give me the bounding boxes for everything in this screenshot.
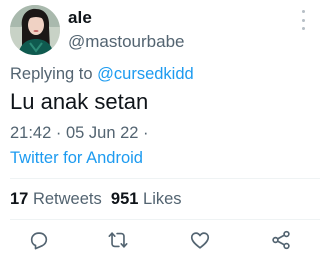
divider [10, 219, 320, 220]
engagement-stats: 17 Retweets 951 Likes [10, 189, 182, 209]
profile-photo-icon [10, 5, 60, 55]
like-icon [190, 232, 210, 249]
more-dot [301, 10, 305, 13]
like-button[interactable] [189, 229, 211, 251]
reply-icon [30, 232, 48, 250]
share-button[interactable] [270, 229, 292, 251]
retweets-count: 17 [10, 190, 29, 208]
likes-stat[interactable]: 951 Likes [111, 190, 182, 208]
author-display-name[interactable]: ale [68, 8, 92, 28]
reply-mention-link[interactable]: @cursedkidd [97, 65, 194, 83]
more-dot [301, 18, 305, 22]
replying-to-line: Replying to @cursedkidd [10, 64, 194, 84]
avatar[interactable] [10, 5, 60, 55]
likes-count: 951 [110, 190, 139, 208]
share-icon [272, 230, 290, 250]
retweet-button[interactable] [107, 229, 129, 251]
likes-label: Likes [143, 190, 182, 208]
retweets-label: Retweets [32, 190, 102, 208]
tweet-source-link[interactable]: Twitter for Android [10, 148, 143, 168]
more-dot [301, 27, 305, 30]
author-handle[interactable]: @mastourbabe [68, 32, 185, 52]
replying-to-label: Replying to [10, 65, 93, 83]
divider [10, 178, 320, 179]
reply-button[interactable] [28, 229, 50, 251]
more-options-icon[interactable] [300, 10, 306, 30]
retweet-icon [108, 232, 128, 248]
tweet-actions-bar [0, 226, 320, 254]
tweet-text: Lu anak setan [10, 89, 149, 114]
retweets-stat[interactable]: 17 Retweets [10, 190, 102, 208]
tweet-timestamp[interactable]: 21:42 · 05 Jun 22 · [10, 123, 149, 143]
